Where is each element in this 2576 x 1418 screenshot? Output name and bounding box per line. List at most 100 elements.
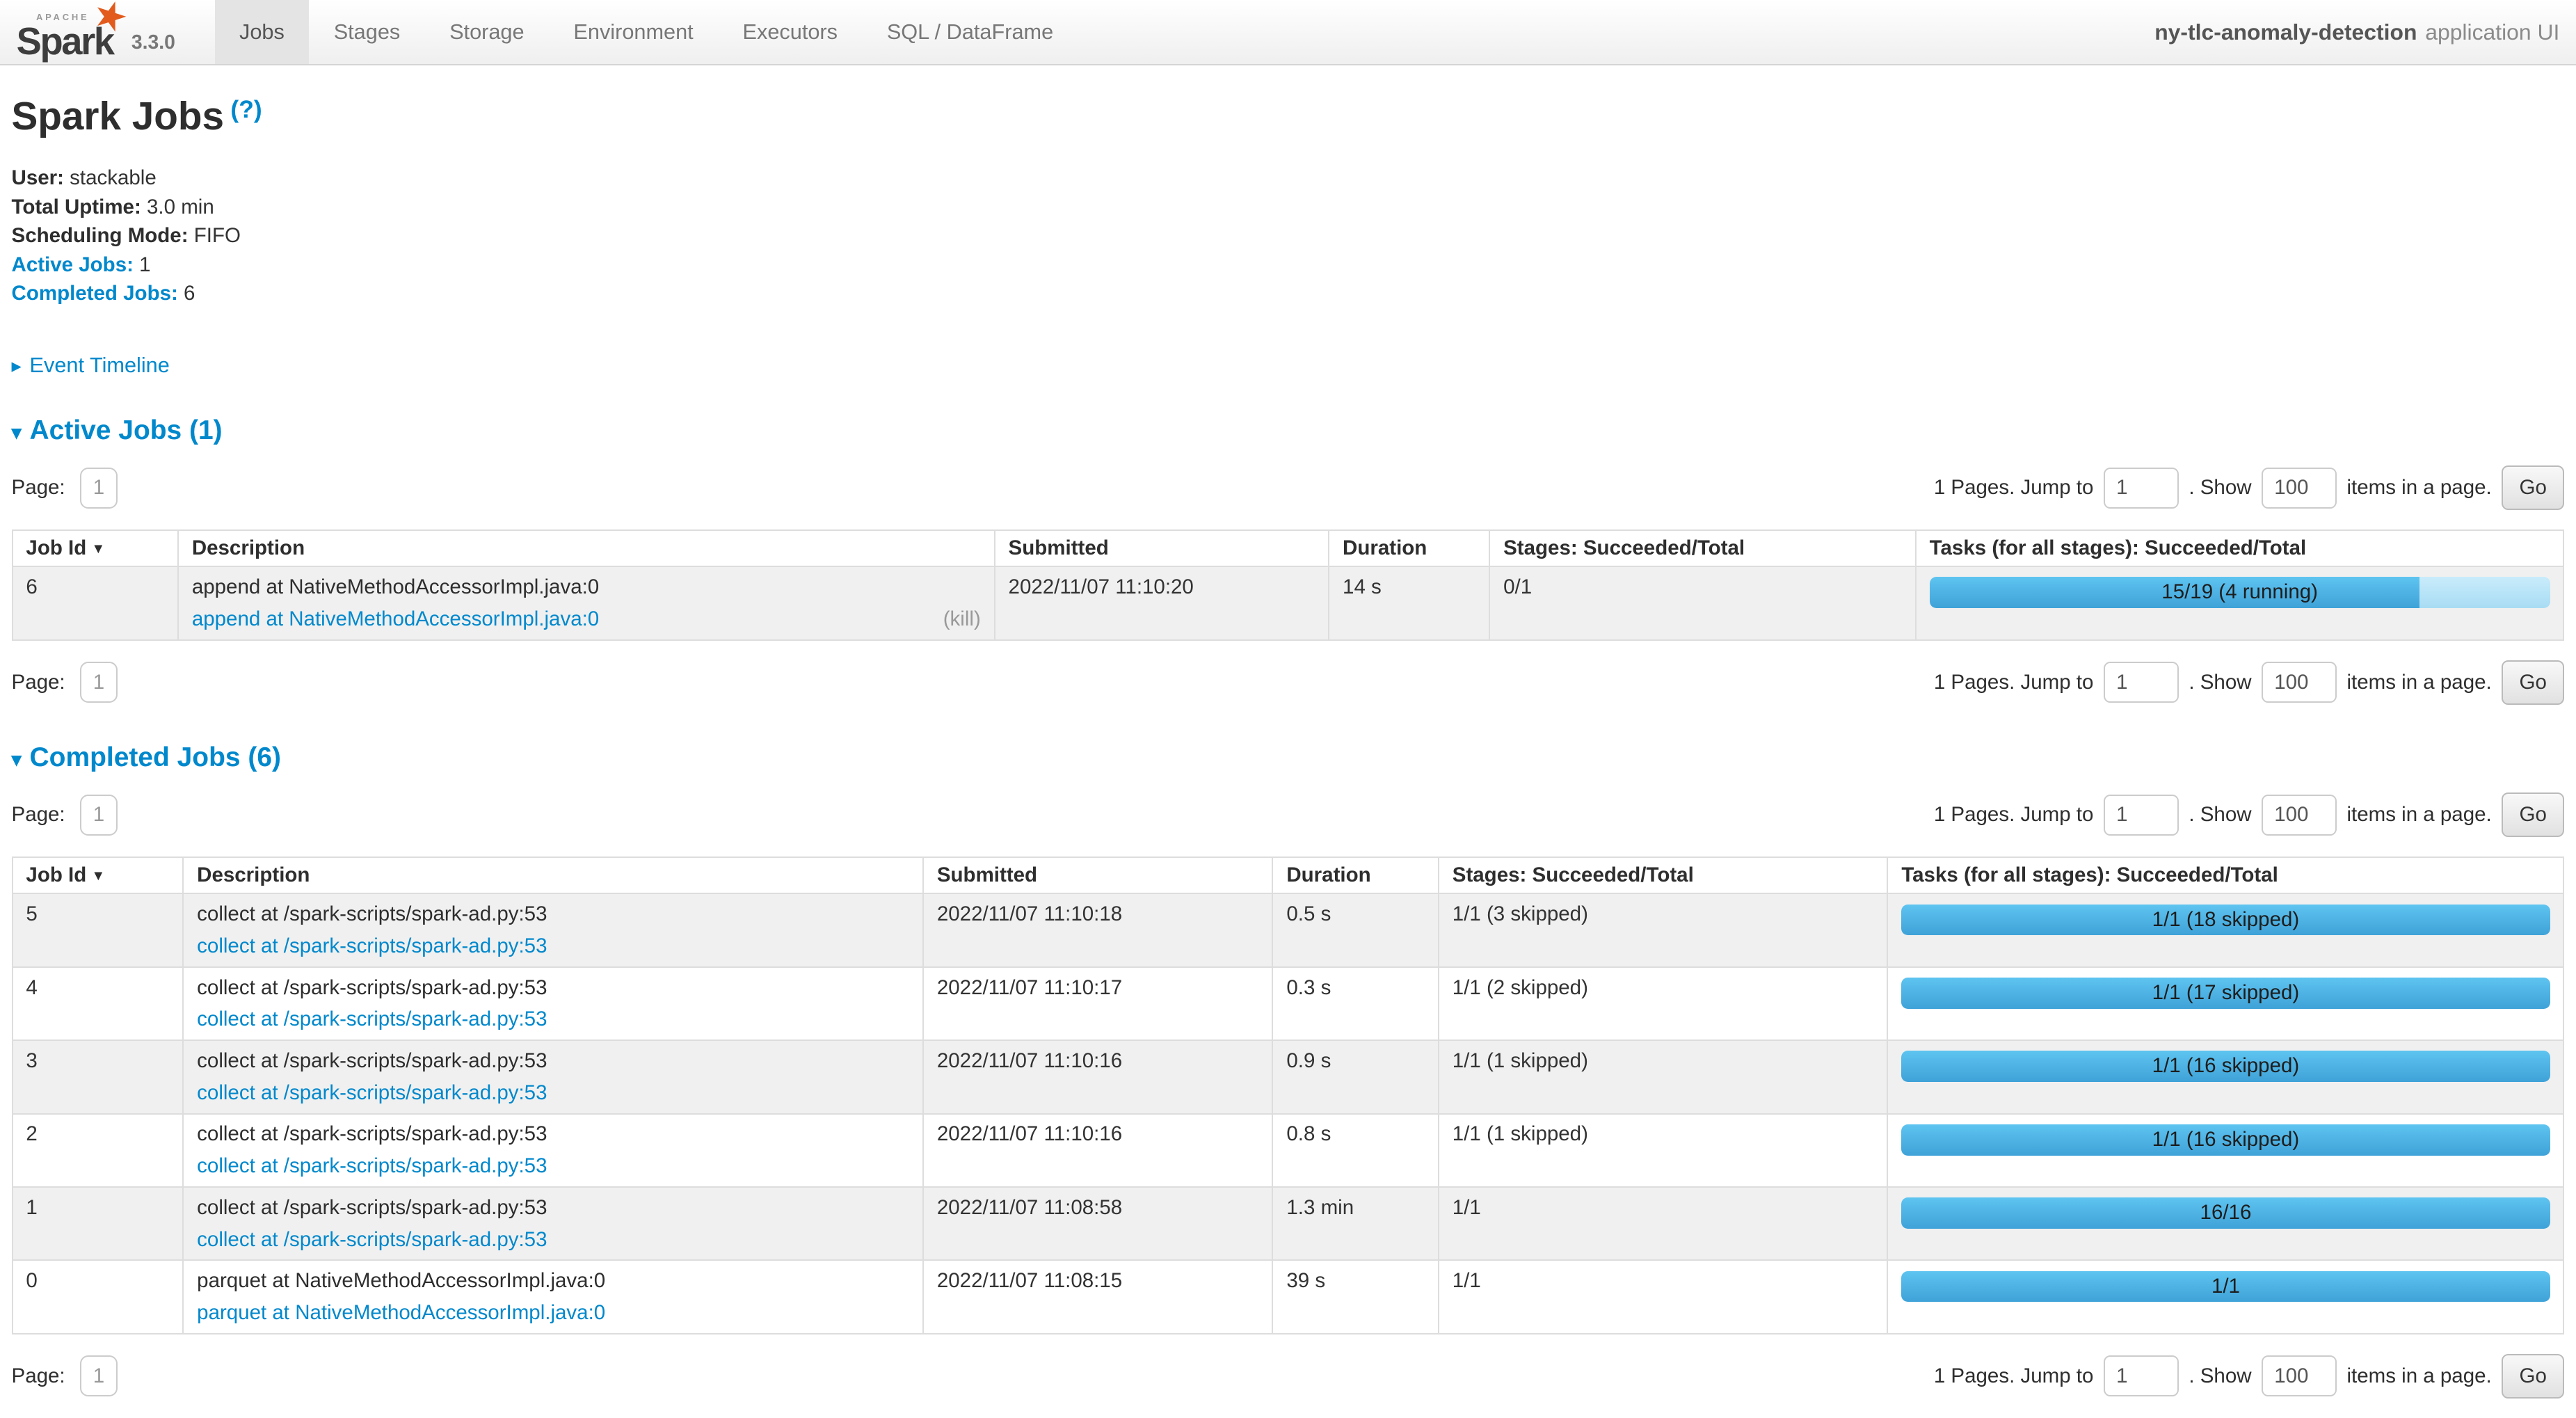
- summary-block: User: stackable Total Uptime: 3.0 min Sc…: [12, 164, 2565, 308]
- spark-logo-wordmark: Spark: [17, 26, 113, 58]
- description-link[interactable]: append at NativeMethodAccessorImpl.java:…: [192, 607, 599, 631]
- column-header-label: Job Id: [26, 863, 86, 886]
- completed-jobs-link[interactable]: Completed Jobs:: [12, 282, 178, 305]
- page-label: Page:: [12, 476, 65, 500]
- event-timeline-toggle[interactable]: ▸Event Timeline: [12, 353, 2565, 378]
- kill-link[interactable]: (kill): [943, 607, 981, 631]
- tab-jobs[interactable]: Jobs: [215, 0, 310, 64]
- page-number-input[interactable]: [80, 662, 118, 703]
- page-number-input[interactable]: [80, 795, 118, 836]
- column-header-submitted[interactable]: Submitted: [923, 857, 1273, 893]
- description-link[interactable]: collect at /spark-scripts/spark-ad.py:53: [197, 1228, 547, 1252]
- jump-to-page-input[interactable]: [2104, 795, 2179, 836]
- items-per-page-text: items in a page.: [2346, 476, 2491, 500]
- description-line2: collect at /spark-scripts/spark-ad.py:53: [197, 1228, 909, 1252]
- description-link[interactable]: collect at /spark-scripts/spark-ad.py:53: [197, 934, 547, 958]
- description-line2: collect at /spark-scripts/spark-ad.py:53: [197, 1081, 909, 1105]
- app-title-suffix: application UI: [2425, 19, 2559, 45]
- spark-logo[interactable]: ★ APACHE Spark 3.3.0: [0, 0, 189, 64]
- items-per-page-input[interactable]: [2262, 662, 2337, 703]
- completed-jobs-section-header[interactable]: ▾Completed Jobs (6): [12, 742, 2565, 773]
- tab-executors[interactable]: Executors: [718, 0, 862, 64]
- job-row-4: 4collect at /spark-scripts/spark-ad.py:5…: [13, 967, 2564, 1040]
- description-link[interactable]: collect at /spark-scripts/spark-ad.py:53: [197, 1154, 547, 1178]
- page-number-input[interactable]: [80, 1355, 118, 1396]
- column-header-submitted[interactable]: Submitted: [995, 530, 1329, 566]
- page-label: Page:: [12, 803, 65, 827]
- column-header-description[interactable]: Description: [178, 530, 995, 566]
- items-per-page-text: items in a page.: [2346, 671, 2491, 694]
- summary-uptime-value: 3.0 min: [147, 196, 214, 218]
- items-per-page-text: items in a page.: [2346, 1364, 2491, 1388]
- tasks-progress-bar: 1/1: [1901, 1271, 2550, 1303]
- page-jump-controls: 1 Pages. Jump to. Showitems in a page.Go: [1934, 1354, 2565, 1399]
- go-button[interactable]: Go: [2502, 1354, 2565, 1399]
- sort-desc-icon: ▼: [91, 541, 105, 557]
- job-id-cell: 6: [13, 566, 178, 639]
- column-header-tasks-for-all-stages-succeeded-total[interactable]: Tasks (for all stages): Succeeded/Total: [1916, 530, 2564, 566]
- active-table-pagination-top: Page:1 Pages. Jump to. Showitems in a pa…: [12, 465, 2565, 510]
- tasks-cell: 1/1 (16 skipped): [1887, 1040, 2563, 1113]
- progress-label: 1/1 (16 skipped): [1901, 1051, 2550, 1082]
- stages-cell: 1/1 (2 skipped): [1439, 967, 1888, 1040]
- duration-cell: 14 s: [1329, 566, 1489, 639]
- summary-user: User: stackable: [12, 164, 2565, 193]
- summary-uptime-label: Total Uptime:: [12, 196, 141, 218]
- column-header-duration[interactable]: Duration: [1329, 530, 1489, 566]
- tab-sql-dataframe[interactable]: SQL / DataFrame: [862, 0, 1078, 64]
- items-per-page-input[interactable]: [2262, 1355, 2337, 1396]
- table-header-row: Job Id▼DescriptionSubmittedDurationStage…: [13, 857, 2564, 893]
- page-number-input[interactable]: [80, 468, 118, 509]
- summary-active-value: 1: [139, 253, 150, 276]
- tab-stages[interactable]: Stages: [309, 0, 424, 64]
- progress-label: 1/1 (18 skipped): [1901, 905, 2550, 936]
- go-button[interactable]: Go: [2502, 660, 2565, 705]
- go-button[interactable]: Go: [2502, 792, 2565, 837]
- active-table-pagination-bottom: Page:1 Pages. Jump to. Showitems in a pa…: [12, 660, 2565, 705]
- description-link[interactable]: parquet at NativeMethodAccessorImpl.java…: [197, 1301, 605, 1325]
- column-header-description[interactable]: Description: [183, 857, 923, 893]
- tab-environment[interactable]: Environment: [549, 0, 718, 64]
- tasks-cell: 1/1: [1887, 1260, 2563, 1333]
- column-header-duration[interactable]: Duration: [1272, 857, 1438, 893]
- description-line2: collect at /spark-scripts/spark-ad.py:53: [197, 1007, 909, 1031]
- active-jobs-link[interactable]: Active Jobs:: [12, 253, 134, 276]
- navbar: ★ APACHE Spark 3.3.0 JobsStagesStorageEn…: [0, 0, 2576, 65]
- description-text: collect at /spark-scripts/spark-ad.py:53: [197, 1196, 909, 1220]
- column-header-label: Tasks (for all stages): Succeeded/Total: [1901, 863, 2278, 886]
- spark-logo-mark: ★ APACHE Spark: [17, 3, 118, 58]
- summary-uptime: Total Uptime: 3.0 min: [12, 193, 2565, 222]
- nav-tabs: JobsStagesStorageEnvironmentExecutorsSQL…: [215, 0, 1078, 64]
- column-header-job-id[interactable]: Job Id▼: [13, 857, 184, 893]
- show-text: . Show: [2189, 803, 2251, 827]
- pages-count-text: 1 Pages. Jump to: [1934, 476, 2094, 500]
- page-jump-controls: 1 Pages. Jump to. Showitems in a page.Go: [1934, 660, 2565, 705]
- tasks-cell: 1/1 (17 skipped): [1887, 967, 2563, 1040]
- page-label: Page:: [12, 671, 65, 694]
- stages-cell: 1/1 (1 skipped): [1439, 1040, 1888, 1113]
- job-id-cell: 2: [13, 1114, 184, 1187]
- jump-to-page-input[interactable]: [2104, 468, 2179, 509]
- description-link[interactable]: collect at /spark-scripts/spark-ad.py:53: [197, 1007, 547, 1031]
- show-text: . Show: [2189, 1364, 2251, 1388]
- description-cell: collect at /spark-scripts/spark-ad.py:53…: [183, 967, 923, 1040]
- tab-storage[interactable]: Storage: [425, 0, 549, 64]
- column-header-tasks-for-all-stages-succeeded-total[interactable]: Tasks (for all stages): Succeeded/Total: [1887, 857, 2563, 893]
- column-header-job-id[interactable]: Job Id▼: [13, 530, 178, 566]
- column-header-label: Submitted: [1009, 536, 1109, 559]
- jump-to-page-input[interactable]: [2104, 1355, 2179, 1396]
- summary-scheduling-label: Scheduling Mode:: [12, 224, 189, 247]
- column-header-stages-succeeded-total[interactable]: Stages: Succeeded/Total: [1489, 530, 1916, 566]
- column-header-stages-succeeded-total[interactable]: Stages: Succeeded/Total: [1439, 857, 1888, 893]
- stages-cell: 1/1 (1 skipped): [1439, 1114, 1888, 1187]
- help-link[interactable]: (?): [230, 95, 262, 123]
- active-jobs-section-header[interactable]: ▾Active Jobs (1): [12, 415, 2565, 446]
- items-per-page-input[interactable]: [2262, 795, 2337, 836]
- table-header-row: Job Id▼Description Submitted DurationStage…: [13, 530, 2564, 566]
- items-per-page-input[interactable]: [2262, 468, 2337, 509]
- go-button[interactable]: Go: [2502, 465, 2565, 510]
- jump-to-page-input[interactable]: [2104, 662, 2179, 703]
- page-selector: Page:: [12, 662, 118, 703]
- description-link[interactable]: collect at /spark-scripts/spark-ad.py:53: [197, 1081, 547, 1105]
- job-id-cell: 3: [13, 1040, 184, 1113]
